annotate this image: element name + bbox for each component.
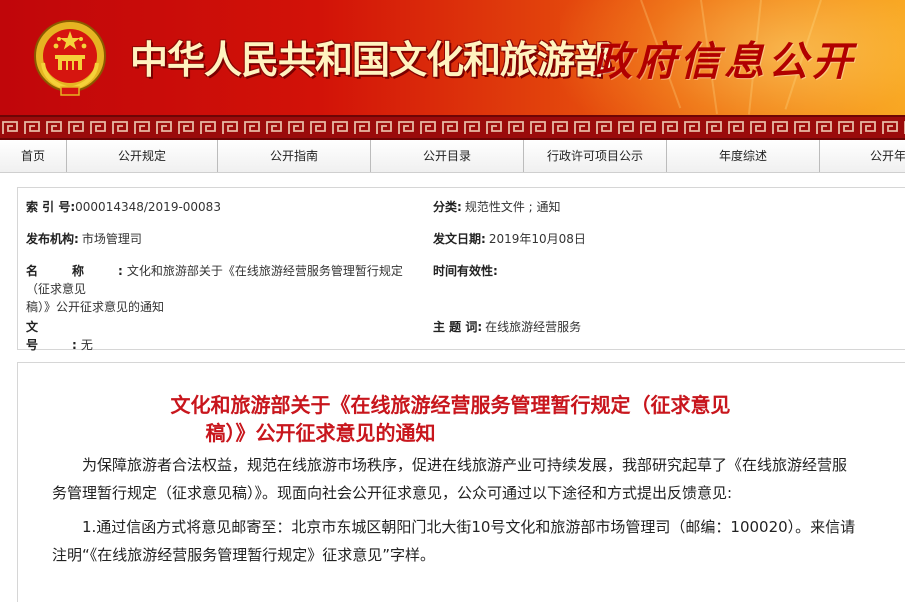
publisher-value: 市场管理司: [81, 232, 142, 246]
index-number-label: 索 引 号:: [26, 200, 76, 214]
date-label: 发文日期:: [433, 232, 486, 246]
nav-item-annual-report[interactable]: 公开年报: [820, 140, 905, 172]
docno-value: 无: [80, 338, 93, 352]
main-nav: 首页 公开规定 公开指南 公开目录 行政许可项目公示 年度综述 公开年报: [0, 140, 905, 173]
docno-label: 文号:: [26, 320, 111, 352]
publisher-label: 发布机构:: [26, 232, 79, 246]
article-title-line1: 文化和旅游部关于《在线旅游经营服务管理暂行规定（征求意见: [170, 393, 731, 417]
index-number-row: 索 引 号:000014348/2019-00083: [26, 198, 221, 216]
validity-row: 时间有效性:: [433, 262, 498, 280]
validity-label: 时间有效性:: [433, 264, 498, 278]
name-value-line2: 稿）》公开征求意见的通知: [26, 300, 165, 314]
date-value: 2019年10月08日: [488, 232, 586, 246]
document-info-panel: 索 引 号:000014348/2019-00083 分类: 规范性文件 ; 通知…: [17, 187, 905, 352]
article-title-line2: 稿）》公开征求意见的通知: [205, 421, 436, 445]
nav-item-guide[interactable]: 公开指南: [218, 140, 371, 172]
paragraph-1-line2: 务管理暂行规定（征求意见稿）》。现面向社会公开征求意见，公众可通过以下途径和方式…: [52, 484, 733, 502]
article-body: 文化和旅游部关于《在线旅游经营服务管理暂行规定（征求意见 稿）》公开征求意见的通…: [17, 362, 905, 602]
site-banner: 中华人民共和国文化和旅游部 政府信息公开: [0, 0, 905, 115]
index-number-value: 000014348/2019-00083: [75, 200, 221, 214]
site-subtitle: 政府信息公开: [592, 39, 856, 85]
nav-item-licensing[interactable]: 行政许可项目公示: [524, 140, 667, 172]
category-value: 规范性文件 ; 通知: [464, 200, 561, 214]
docno-row: 文号:无: [26, 318, 139, 354]
nav-item-annual-review[interactable]: 年度综述: [667, 140, 820, 172]
subject-row: 主 题 词: 在线旅游经营服务: [433, 318, 581, 336]
subject-label: 主 题 词:: [433, 320, 483, 334]
nav-item-catalog[interactable]: 公开目录: [371, 140, 524, 172]
category-row: 分类: 规范性文件 ; 通知: [433, 198, 561, 216]
site-title: 中华人民共和国文化和旅游部: [130, 38, 612, 82]
subject-value: 在线旅游经营服务: [485, 320, 582, 334]
paragraph-2-line2: 注明“《在线旅游经营服务管理暂行规定》征求意见”字样。: [52, 546, 436, 564]
name-row: 名称:文化和旅游部关于《在线旅游经营服务管理暂行规定（征求意见 稿）》公开征求意…: [26, 262, 422, 316]
nav-item-rules[interactable]: 公开规定: [67, 140, 218, 172]
publisher-row: 发布机构: 市场管理司: [26, 230, 142, 248]
nav-item-home[interactable]: 首页: [0, 140, 67, 172]
date-row: 发文日期: 2019年10月08日: [433, 230, 586, 248]
national-emblem-icon[interactable]: [33, 17, 107, 99]
category-label: 分类:: [433, 200, 462, 214]
paragraph-2-line1: 1.通过信函方式将意见邮寄至：北京市东城区朝阳门北大街10号文化和旅游部市场管理…: [82, 518, 856, 536]
decorative-border: [0, 115, 905, 140]
article-title: 文化和旅游部关于《在线旅游经营服务管理暂行规定（征求意见 稿）》公开征求意见的通…: [18, 391, 905, 447]
paragraph-1-line1: 为保障旅游者合法权益，规范在线旅游市场秩序，促进在线旅游产业可持续发展，我部研究…: [82, 456, 848, 474]
